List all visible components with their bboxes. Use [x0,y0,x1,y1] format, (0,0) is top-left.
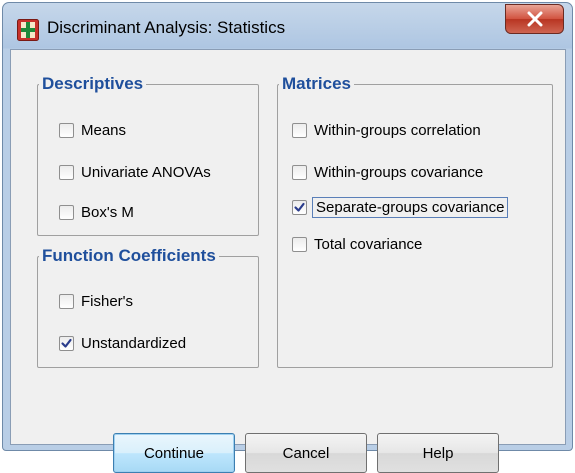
dialog-body: Descriptives Means Univariate ANOVAs Box… [10,49,566,473]
checkbox-box[interactable] [292,164,307,180]
dialog-window: Discriminant Analysis: Statistics Descri… [2,2,573,473]
univariate-anovas-checkbox[interactable]: Univariate ANOVAs [59,160,211,184]
checkbox-box[interactable] [59,122,74,138]
descriptives-legend: Descriptives [42,74,144,93]
within-groups-covariance-checkbox[interactable]: Within-groups covariance [292,160,483,184]
checkbox-box[interactable] [292,236,307,252]
means-label: Means [81,121,127,139]
separate-groups-covariance-label: Separate-groups covariance [311,196,509,218]
checkbox-box[interactable] [292,122,307,138]
means-checkbox[interactable]: Means [59,118,126,142]
checkbox-box[interactable] [59,335,74,351]
matrices-legend: Matrices [282,74,351,93]
help-button[interactable]: Help [377,433,499,473]
spss-dialog-icon [17,19,39,41]
unstandardized-checkbox[interactable]: Unstandardized [59,331,186,355]
fishers-label: Fisher's [81,292,134,310]
total-covariance-checkbox[interactable]: Total covariance [292,232,422,256]
within-groups-correlation-label: Within-groups correlation [314,121,481,139]
checkbox-box[interactable] [59,293,74,309]
dialog-title: Discriminant Analysis: Statistics [47,18,286,37]
checkmark-icon [61,338,72,348]
unstandardized-label: Unstandardized [81,334,187,352]
title-bar[interactable]: Discriminant Analysis: Statistics [3,3,572,55]
function-coefficients-legend: Function Coefficients [42,246,216,265]
fishers-checkbox[interactable]: Fisher's [59,289,133,313]
separate-groups-covariance-checkbox[interactable]: Separate-groups covariance [292,195,509,219]
close-button[interactable] [505,4,564,34]
cancel-button[interactable]: Cancel [245,433,367,473]
within-groups-covariance-label: Within-groups covariance [314,163,484,181]
within-groups-correlation-checkbox[interactable]: Within-groups correlation [292,118,481,142]
checkmark-icon [294,202,305,212]
continue-button[interactable]: Continue [113,433,235,473]
checkbox-box[interactable] [292,199,307,215]
univariate-anovas-label: Univariate ANOVAs [81,163,211,181]
total-covariance-label: Total covariance [314,235,423,253]
checkbox-box[interactable] [59,164,74,180]
box-m-label: Box's M [81,203,134,221]
close-icon [527,11,542,27]
checkbox-box[interactable] [59,204,74,220]
box-m-checkbox[interactable]: Box's M [59,200,134,224]
